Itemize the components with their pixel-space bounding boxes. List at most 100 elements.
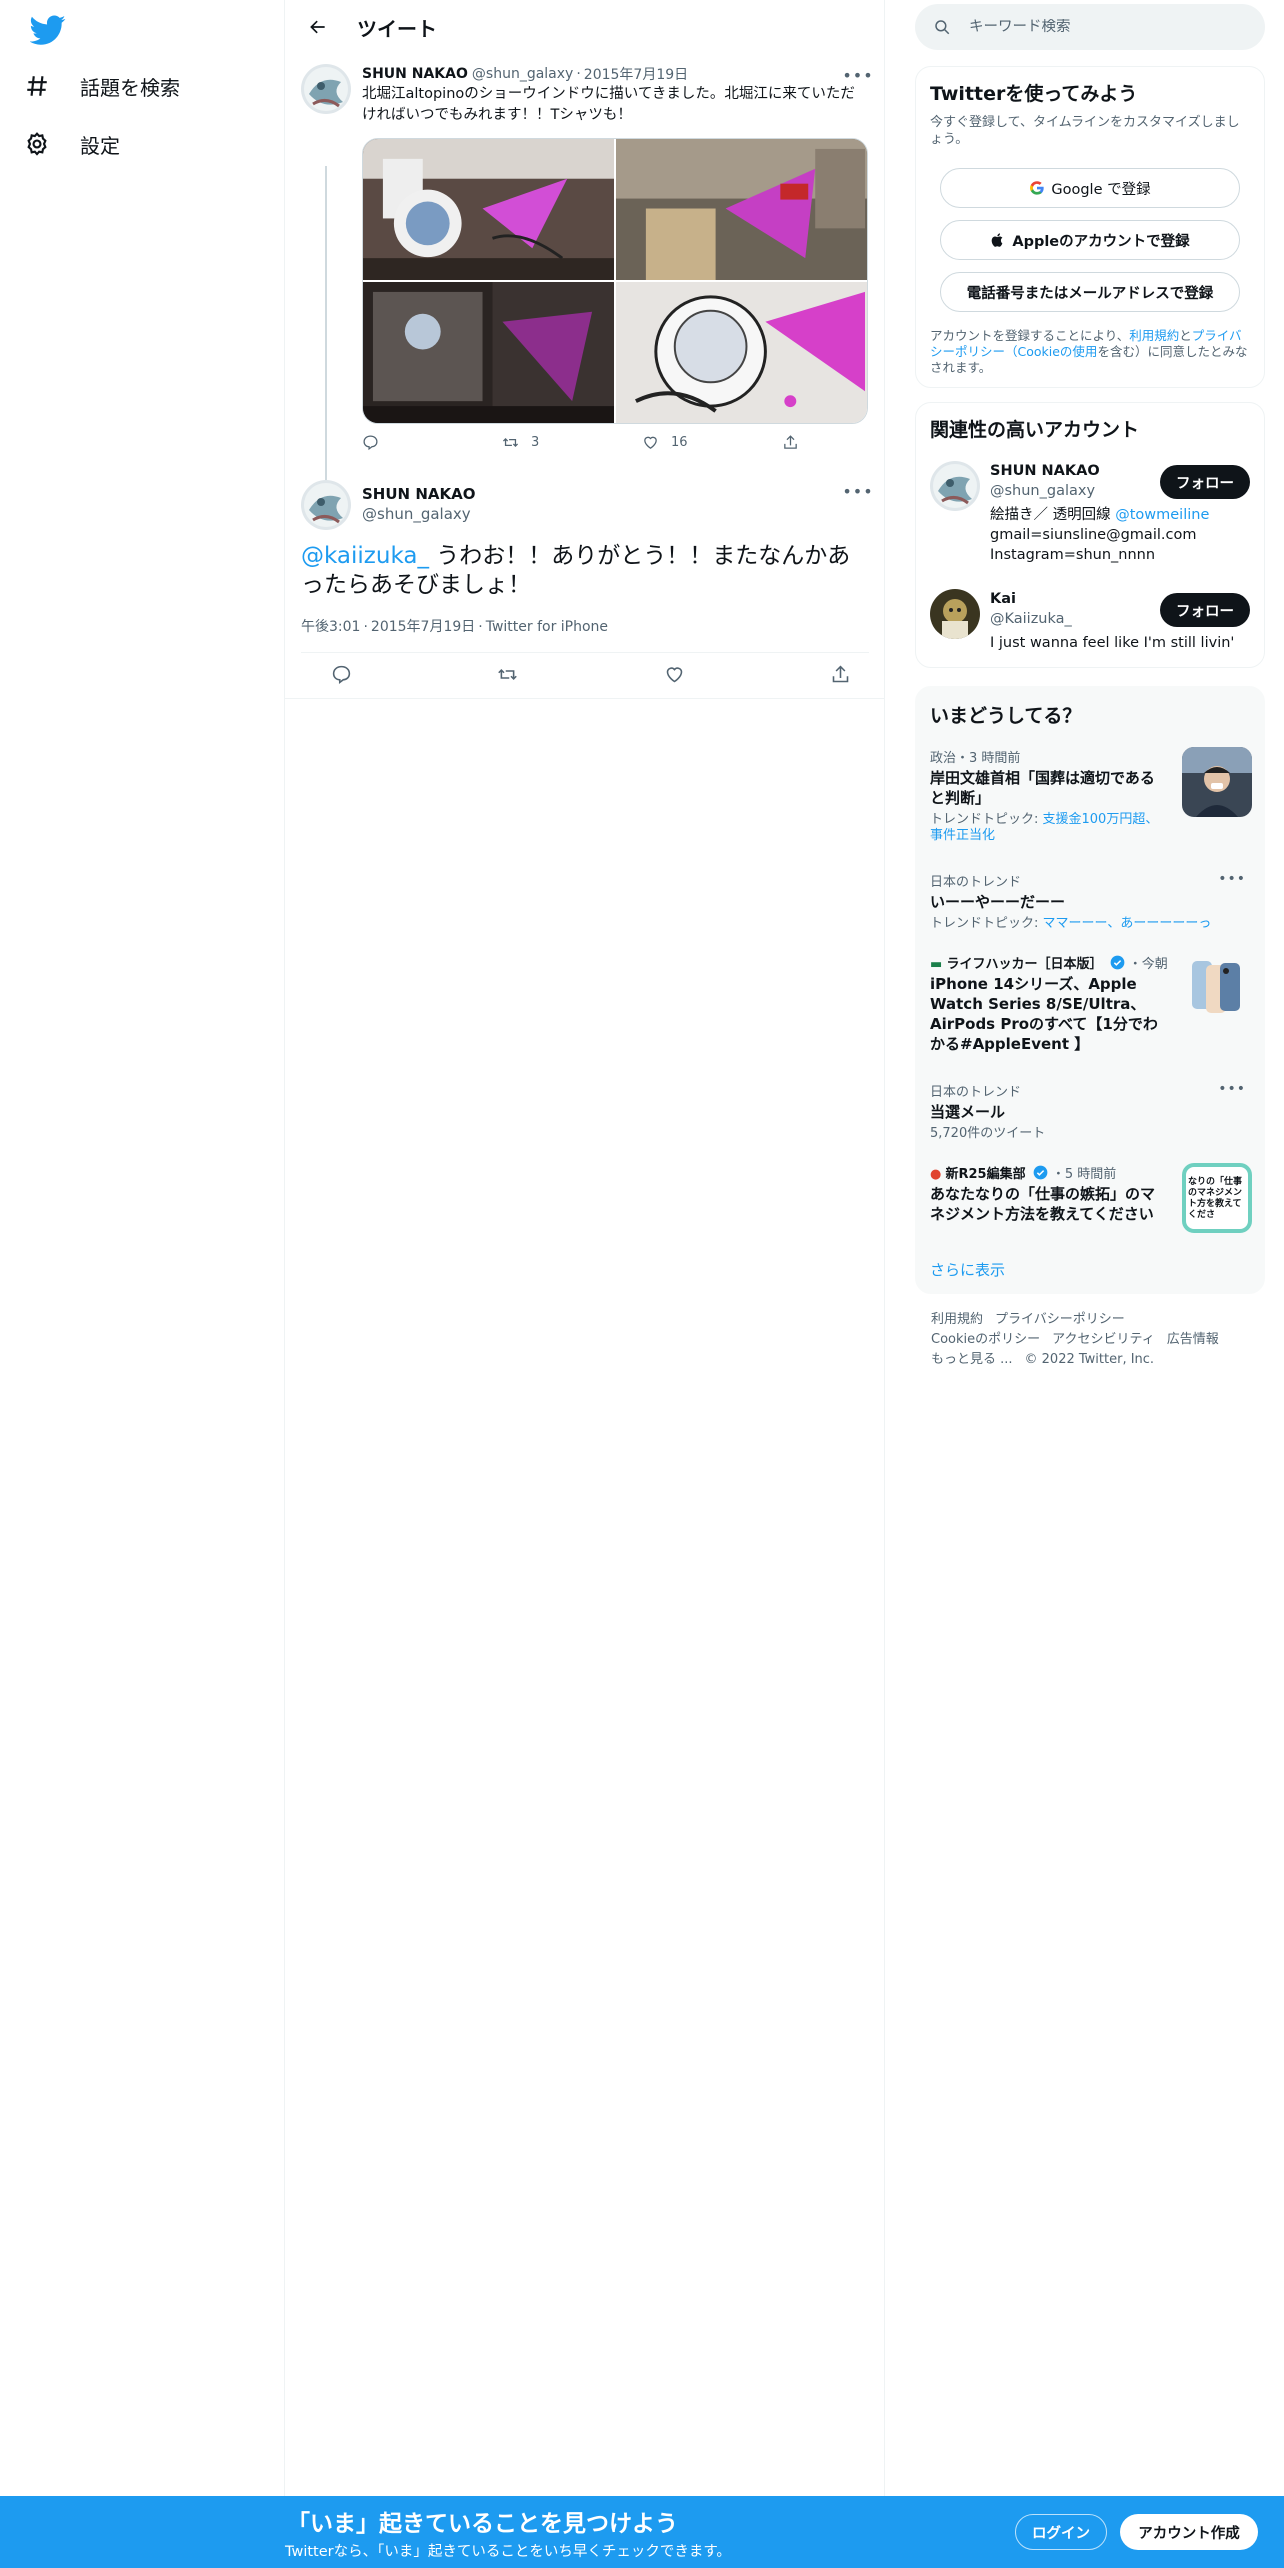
more-icon[interactable]: ••• bbox=[842, 66, 872, 85]
trend-source: ライフハッカー［日本版］ bbox=[946, 957, 1103, 972]
nav-settings-label: 設定 bbox=[80, 133, 120, 158]
footer-link[interactable]: アクセシビリティ bbox=[1052, 1332, 1155, 1347]
tweet-text: 北堀江altopinoのショーウインドウに描いてきました。北堀江に来ていただけれ… bbox=[362, 86, 855, 123]
like-button[interactable]: 16 bbox=[642, 434, 712, 451]
bio-text: 絵描き／ 透明回線 bbox=[990, 507, 1116, 523]
search-input[interactable] bbox=[969, 19, 1249, 35]
trend-count: 5,720件のツイート bbox=[930, 1126, 1046, 1141]
avatar[interactable] bbox=[301, 480, 351, 530]
tweet-photo[interactable] bbox=[616, 139, 867, 280]
bio-mention-link[interactable]: @towmeiline bbox=[1115, 507, 1209, 523]
footer-more-link[interactable]: もっと見る ... bbox=[931, 1352, 1013, 1367]
trend-topics: トレンドトピック: 支援金100万円超、事件正当化 bbox=[930, 812, 1166, 844]
more-icon[interactable]: ••• bbox=[842, 482, 872, 501]
terms-link[interactable]: 利用規約 bbox=[1129, 328, 1179, 343]
trend-item[interactable]: 日本のトレンド いーーやーーだーー トレンドトピック: ママーーー、あーーーーー… bbox=[930, 871, 1252, 932]
show-more-link[interactable]: さらに表示 bbox=[930, 1259, 1005, 1280]
apple-icon bbox=[992, 233, 1003, 247]
apple-signup-label: Appleのアカウントで登録 bbox=[1012, 233, 1190, 250]
more-icon[interactable]: ••• bbox=[1218, 871, 1246, 887]
follow-button[interactable]: フォロー bbox=[1160, 593, 1250, 627]
arrow-left-icon bbox=[310, 20, 325, 34]
main-column: ツイート SHUN NAKAO @shun_galaxy · 2015年7月19… bbox=[285, 0, 885, 2496]
tweet-media-grid[interactable] bbox=[362, 138, 868, 424]
author-name[interactable]: SHUN NAKAO bbox=[362, 484, 475, 504]
relevant-accounts-title: 関連性の高いアカウント bbox=[930, 419, 1140, 441]
account-handle[interactable]: @shun_galaxy bbox=[990, 481, 1180, 501]
apple-signup-button[interactable]: Appleのアカウントで登録 bbox=[940, 220, 1240, 260]
trend-time: ・今朝 bbox=[1128, 957, 1168, 972]
twitter-bird-icon[interactable] bbox=[29, 12, 66, 48]
footer-link[interactable]: 利用規約 bbox=[931, 1312, 983, 1327]
reply-icon[interactable] bbox=[331, 664, 352, 685]
back-button[interactable] bbox=[301, 10, 335, 44]
retweet-icon[interactable] bbox=[497, 664, 518, 685]
tweet-photo[interactable] bbox=[616, 282, 867, 423]
login-button[interactable]: ログイン bbox=[1015, 2514, 1107, 2550]
trend-topics-links[interactable]: ママーーー、あーーーーーっ bbox=[1043, 916, 1212, 931]
tweet-text: @kaiizuka_ うわお！！ありがとう！！またなんかあったらあそびましょ！ bbox=[301, 542, 871, 600]
author-name[interactable]: SHUN NAKAO bbox=[362, 66, 468, 82]
avatar[interactable] bbox=[301, 64, 351, 114]
follow-button[interactable]: フォロー bbox=[1160, 465, 1250, 499]
tweet-header: SHUN NAKAO @shun_galaxy · 2015年7月19日 bbox=[362, 64, 688, 84]
trend-title: 当選メール bbox=[930, 1103, 1006, 1121]
tweet-source[interactable]: Twitter for iPhone bbox=[486, 619, 608, 635]
tweet-date[interactable]: 2015年7月19日 bbox=[584, 64, 688, 84]
nav-settings[interactable]: 設定 bbox=[24, 120, 120, 168]
author-handle[interactable]: @shun_galaxy bbox=[472, 66, 573, 82]
verified-badge-icon bbox=[1110, 955, 1124, 970]
google-signup-button[interactable]: Google で登録 bbox=[940, 168, 1240, 208]
separator-dot: · bbox=[363, 619, 368, 635]
author-handle[interactable]: @shun_galaxy bbox=[362, 504, 475, 524]
main-header: ツイート bbox=[285, 0, 884, 54]
account-info: SHUN NAKAO @shun_galaxy bbox=[990, 461, 1180, 501]
account-bio: 絵描き／ 透明回線 @towmeiline gmail=siunsline@gm… bbox=[990, 505, 1252, 565]
search-box[interactable] bbox=[915, 4, 1265, 50]
thread-parent-tweet[interactable]: SHUN NAKAO @shun_galaxy · 2015年7月19日 •••… bbox=[285, 54, 884, 522]
tweet-time[interactable]: 午後3:01 bbox=[301, 619, 360, 635]
trend-item[interactable]: ● 新R25編集部 ・5 時間前 あなたなりの「仕事の嫉拓」のマネジメント方法を… bbox=[930, 1163, 1252, 1233]
retweet-button[interactable]: 3 bbox=[502, 434, 572, 451]
trend-time: ・5 時間前 bbox=[1051, 1167, 1117, 1182]
account-name[interactable]: SHUN NAKAO bbox=[990, 461, 1180, 481]
account-info: Kai @Kaiizuka_ bbox=[990, 589, 1180, 629]
tweet-photo[interactable] bbox=[363, 139, 614, 280]
heart-icon[interactable] bbox=[664, 664, 685, 685]
bio-text: Instagram=shun_nnnn bbox=[990, 547, 1156, 563]
page-title: ツイート bbox=[357, 16, 437, 41]
more-icon[interactable]: ••• bbox=[1218, 1081, 1246, 1097]
banner-title: 「いま」起きていることを見つけよう bbox=[287, 2511, 678, 2537]
trend-title: 岸田文雄首相「国葬は適切であると判断」 bbox=[930, 769, 1155, 807]
phone-email-signup-button[interactable]: 電話番号またはメールアドレスで登録 bbox=[940, 272, 1240, 312]
trend-item[interactable]: 政治・3 時間前 岸田文雄首相「国葬は適切であると判断」 トレンドトピック: 支… bbox=[930, 747, 1252, 844]
nav-explore[interactable]: 話題を検索 bbox=[24, 62, 180, 110]
reply-button[interactable] bbox=[362, 434, 432, 451]
trend-topics-prefix: トレンドトピック: bbox=[930, 812, 1043, 827]
mention-link[interactable]: @kaiizuka_ bbox=[301, 543, 429, 569]
share-button[interactable] bbox=[782, 434, 802, 451]
signup-banner: 「いま」起きていることを見つけよう Twitterなら、「いま」起きていることを… bbox=[0, 2496, 1284, 2568]
trend-title: iPhone 14シリーズ、Apple Watch Series 8/SE/Ul… bbox=[930, 975, 1158, 1053]
tweet-date[interactable]: 2015年7月19日 bbox=[371, 619, 475, 635]
avatar[interactable] bbox=[930, 589, 980, 639]
create-account-button[interactable]: アカウント作成 bbox=[1120, 2514, 1258, 2550]
thumbnail-text: なりの「仕事のマネジメント方を教えてくださ bbox=[1188, 1177, 1243, 1220]
avatar[interactable] bbox=[930, 461, 980, 511]
account-name[interactable]: Kai bbox=[990, 589, 1180, 609]
share-icon[interactable] bbox=[830, 664, 851, 685]
trend-item[interactable]: 日本のトレンド 当選メール 5,720件のツイート ••• bbox=[930, 1081, 1252, 1142]
like-count: 16 bbox=[671, 434, 688, 450]
account-handle[interactable]: @Kaiizuka_ bbox=[990, 609, 1180, 629]
footer-link[interactable]: 広告情報 bbox=[1167, 1332, 1219, 1347]
footer-link[interactable]: Cookieのポリシー bbox=[931, 1332, 1040, 1347]
phone-email-signup-label: 電話番号またはメールアドレスで登録 bbox=[966, 285, 1214, 302]
footer-links: 利用規約 プライバシーポリシー Cookieのポリシー アクセシビリティ 広告情報 も… bbox=[931, 1310, 1251, 1370]
footer-link[interactable]: プライバシーポリシー bbox=[995, 1312, 1125, 1327]
tweet-photo[interactable] bbox=[363, 282, 614, 423]
trend-item[interactable]: ▬ ライフハッカー［日本版］ ・今朝 iPhone 14シリーズ、Apple W… bbox=[930, 953, 1252, 1054]
copyright: © 2022 Twitter, Inc. bbox=[1024, 1352, 1155, 1367]
trend-thumbnail: なりの「仕事のマネジメント方を教えてくださ bbox=[1182, 1163, 1252, 1233]
signup-card: Twitterを使ってみよう 今すぐ登録して、タイムラインをカスタマイズしましょ… bbox=[915, 66, 1265, 388]
trend-topics-prefix: トレンドトピック: bbox=[930, 916, 1043, 931]
